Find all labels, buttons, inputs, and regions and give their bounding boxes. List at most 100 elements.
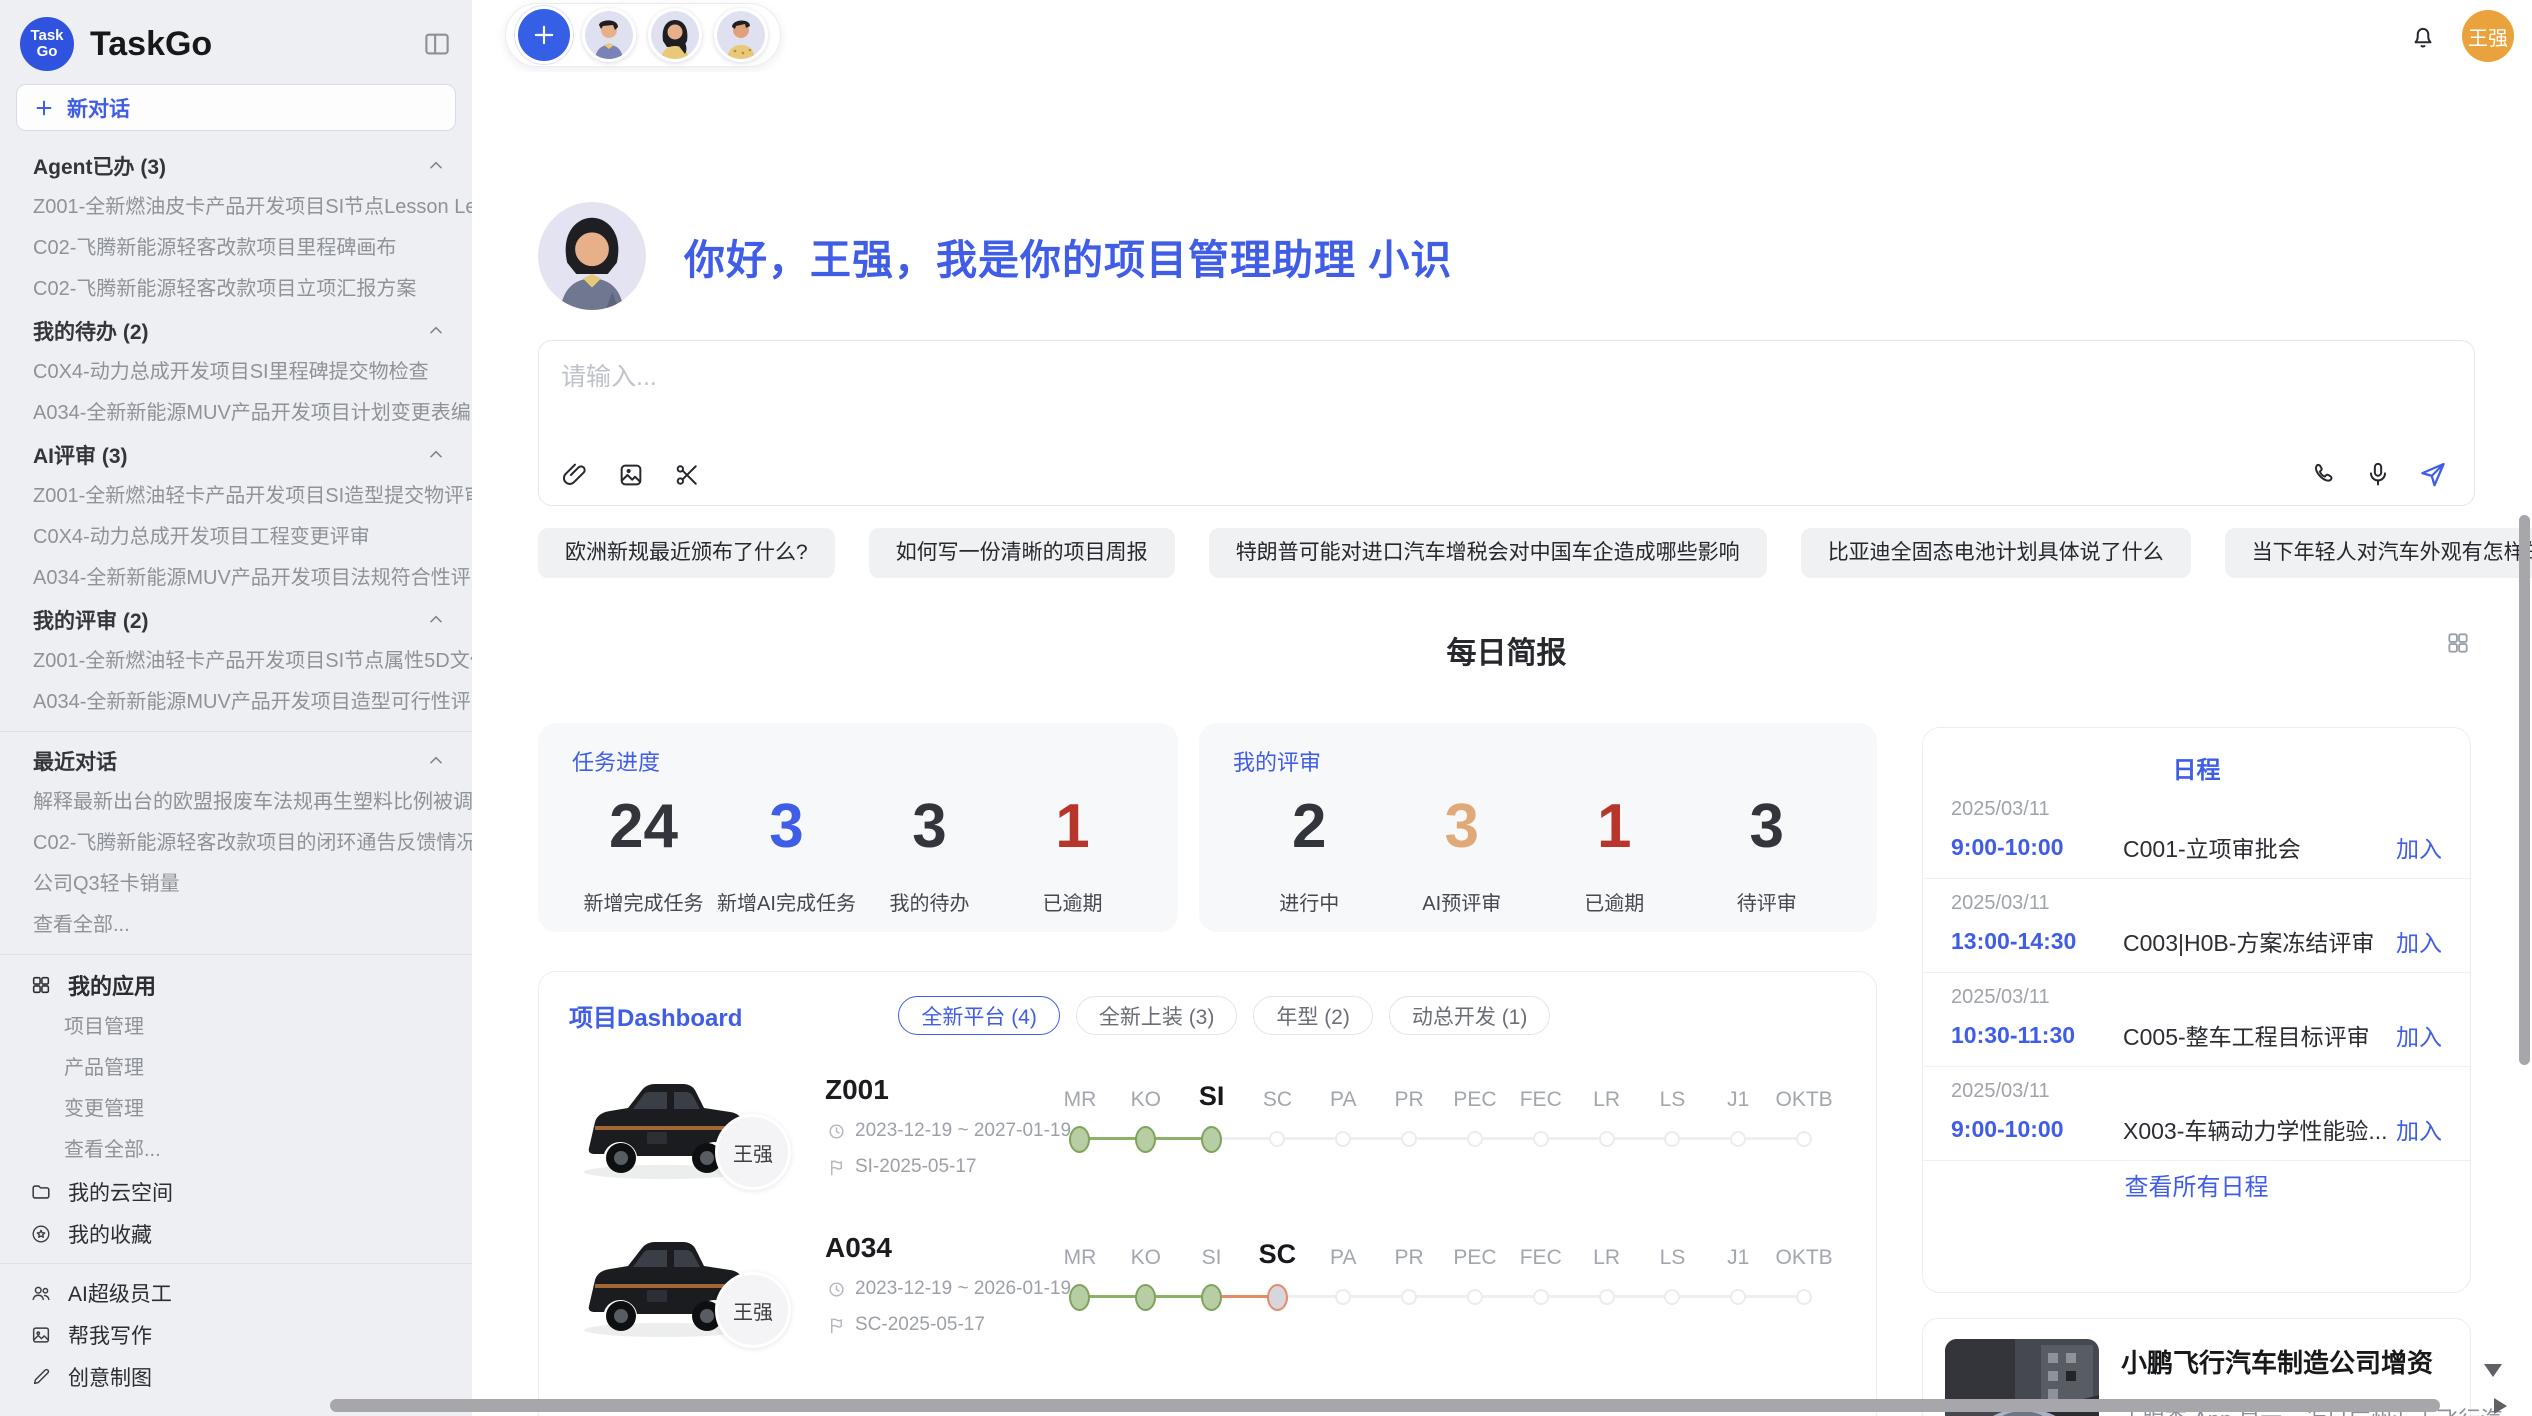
section-header-agent-done[interactable]: Agent已办 (3) — [0, 145, 472, 187]
attach-file-button[interactable] — [561, 461, 589, 489]
sidebar-item-my-cloud[interactable]: 我的云空间 — [0, 1171, 472, 1213]
project-id: Z001 — [825, 1074, 889, 1106]
task-item[interactable]: C0X4-动力总成开发项目工程变更评审 — [0, 517, 472, 558]
milestone-dot — [1664, 1289, 1680, 1305]
sidebar-item-my-favorites[interactable]: 我的收藏 — [0, 1213, 472, 1255]
insert-image-button[interactable] — [617, 461, 645, 489]
divider — [0, 731, 472, 732]
milestone-label: LS — [1640, 1246, 1706, 1270]
notifications-button[interactable] — [2408, 21, 2438, 51]
milestone-label: KO — [1113, 1246, 1179, 1270]
tab-new-platform[interactable]: 全新平台 (4) — [898, 996, 1060, 1035]
new-chat-button[interactable]: 新对话 — [16, 84, 456, 131]
screenshot-button[interactable] — [673, 461, 701, 489]
user-avatar[interactable]: 王强 — [2462, 10, 2514, 62]
sidebar-item-help-me-write[interactable]: 帮我写作 — [0, 1314, 472, 1356]
horizontal-scrollbar[interactable] — [330, 1399, 2440, 1412]
section-header-recent-chats[interactable]: 最近对话 — [0, 740, 472, 782]
suggestion-chip[interactable]: 如何写一份清晰的项目周报 — [869, 528, 1175, 578]
event-date: 2025/03/11 — [1951, 1080, 2442, 1103]
agent-avatar-2[interactable] — [648, 8, 702, 62]
suggestion-chip[interactable]: 当下年轻人对汽车外观有怎样的喜好趋势 — [2225, 528, 2532, 578]
project-row-z001[interactable]: 王强 Z001 2023-12-19 ~ 2027-01-19 SI-2025-… — [539, 1064, 1876, 1222]
milestone-dot — [1269, 1131, 1285, 1147]
people-icon — [30, 1282, 52, 1304]
task-item[interactable]: A034-全新新能源MUV产品开发项目计划变更表编写 — [0, 393, 472, 434]
vertical-scrollbar[interactable] — [2519, 515, 2530, 1065]
pen-icon — [30, 1366, 52, 1388]
task-item[interactable]: Z001-全新燃油轻卡产品开发项目SI节点属性5D文件评审 — [0, 641, 472, 682]
task-item[interactable]: C02-飞腾新能源轻客改款项目里程碑画布 — [0, 228, 472, 269]
microphone-button[interactable] — [2364, 460, 2392, 488]
milestone-label: SI — [1179, 1246, 1245, 1270]
add-agent-button[interactable] — [518, 9, 570, 61]
conversation-item[interactable]: 公司Q3轻卡销量 — [0, 864, 472, 905]
milestone-label: PEC — [1442, 1246, 1508, 1270]
task-item[interactable]: C0X4-动力总成开发项目SI里程碑提交物检查 — [0, 352, 472, 393]
project-owner-badge: 王强 — [715, 1272, 791, 1348]
milestone-dot — [1599, 1289, 1615, 1305]
stat-pending-review: 3 待评审 — [1691, 783, 1844, 916]
suggestion-chip[interactable]: 特朗普可能对进口汽车增税会对中国车企造成哪些影响 — [1209, 528, 1767, 578]
tab-powertrain[interactable]: 动总开发 (1) — [1389, 996, 1551, 1035]
milestone-label: SC — [1245, 1088, 1311, 1112]
sidebar-item-my-apps[interactable]: 我的应用 — [0, 963, 472, 1007]
schedule-card: 日程 2025/03/11 9:00-10:00 C001-立项审批会 加入 2… — [1922, 727, 2471, 1293]
suggestion-chip[interactable]: 比亚迪全固态电池计划具体说了什么 — [1801, 528, 2191, 578]
sidebar-item-creative-drawing[interactable]: 创意制图 — [0, 1356, 472, 1398]
view-all-schedule-link[interactable]: 查看所有日程 — [1923, 1167, 2470, 1202]
app-item-change-management[interactable]: 变更管理 — [0, 1089, 472, 1130]
task-item[interactable]: Z001-全新燃油轻卡产品开发项目SI造型提交物评审 — [0, 476, 472, 517]
milestone-label: LR — [1574, 1088, 1640, 1112]
topbar: 王强 — [472, 0, 2532, 72]
milestone-dot-overdue — [1267, 1284, 1288, 1311]
section-header-ai-review[interactable]: AI评审 (3) — [0, 434, 472, 476]
tab-new-body[interactable]: 全新上装 (3) — [1076, 996, 1238, 1035]
panel-collapse-icon — [422, 29, 452, 59]
daily-briefing-title: 每日简报 — [1447, 637, 1567, 670]
join-link[interactable]: 加入 — [2396, 830, 2442, 864]
project-row-a034[interactable]: 王强 A034 2023-12-19 ~ 2026-01-19 SC-2025-… — [539, 1222, 1876, 1380]
conversation-item[interactable]: C02-飞腾新能源轻客改款项目的闭环通告反馈情况 — [0, 823, 472, 864]
event-name: C005-整车工程目标评审 — [2123, 1018, 2396, 1052]
suggestion-chip[interactable]: 欧洲新规最近颁布了什么? — [538, 528, 835, 578]
milestone-dot-done — [1069, 1284, 1090, 1311]
grid-icon — [2445, 630, 2471, 656]
milestone-track: MR KO SI SC PA PR PEC FEC LR LS J1 OKTB — [1047, 1234, 1837, 1314]
join-link[interactable]: 加入 — [2396, 924, 2442, 958]
chat-input[interactable] — [561, 357, 2161, 421]
scroll-right-arrow[interactable] — [2494, 1398, 2507, 1414]
task-item[interactable]: Z001-全新燃油皮卡产品开发项目SI节点Lesson Learn报告 — [0, 187, 472, 228]
stat-label: 待评审 — [1691, 887, 1844, 916]
app-item-product-management[interactable]: 产品管理 — [0, 1048, 472, 1089]
agent-avatar-3[interactable] — [714, 8, 768, 62]
section-header-my-review[interactable]: 我的评审 (2) — [0, 599, 472, 641]
briefing-layout-button[interactable] — [2445, 630, 2471, 656]
conversation-item[interactable]: 解释最新出台的欧盟报废车法规再生塑料比例被调至15%... — [0, 782, 472, 823]
app-item-project-management[interactable]: 项目管理 — [0, 1007, 472, 1048]
task-item[interactable]: C02-飞腾新能源轻客改款项目立项汇报方案 — [0, 269, 472, 310]
collapse-sidebar-button[interactable] — [422, 29, 452, 59]
new-chat-label: 新对话 — [67, 93, 130, 123]
paperclip-icon — [561, 461, 589, 489]
agent-avatar-1[interactable] — [582, 8, 636, 62]
task-item[interactable]: A034-全新新能源MUV产品开发项目造型可行性评审 — [0, 682, 472, 723]
join-link[interactable]: 加入 — [2396, 1018, 2442, 1052]
milestone-dot-done — [1069, 1126, 1090, 1153]
tab-year-model[interactable]: 年型 (2) — [1253, 996, 1373, 1035]
sidebar-item-ai-super-staff[interactable]: AI超级员工 — [0, 1272, 472, 1314]
join-link[interactable]: 加入 — [2396, 1112, 2442, 1146]
card-title: 我的评审 — [1233, 745, 1843, 777]
milestone-label: LR — [1574, 1246, 1640, 1270]
stat-new-done: 24 新增完成任务 — [572, 783, 715, 916]
view-all-conversations[interactable]: 查看全部... — [0, 905, 472, 946]
section-header-my-todo[interactable]: 我的待办 (2) — [0, 310, 472, 352]
scissors-icon — [673, 461, 701, 489]
scroll-down-arrow[interactable] — [2484, 1364, 2502, 1377]
task-item[interactable]: A034-全新新能源MUV产品开发项目法规符合性评审 — [0, 558, 472, 599]
schedule-event: 2025/03/11 9:00-10:00 C001-立项审批会 加入 — [1923, 785, 2470, 879]
plus-icon — [33, 97, 55, 119]
voice-call-button[interactable] — [2310, 460, 2338, 488]
view-all-apps[interactable]: 查看全部... — [0, 1130, 472, 1171]
send-button[interactable] — [2418, 459, 2448, 489]
